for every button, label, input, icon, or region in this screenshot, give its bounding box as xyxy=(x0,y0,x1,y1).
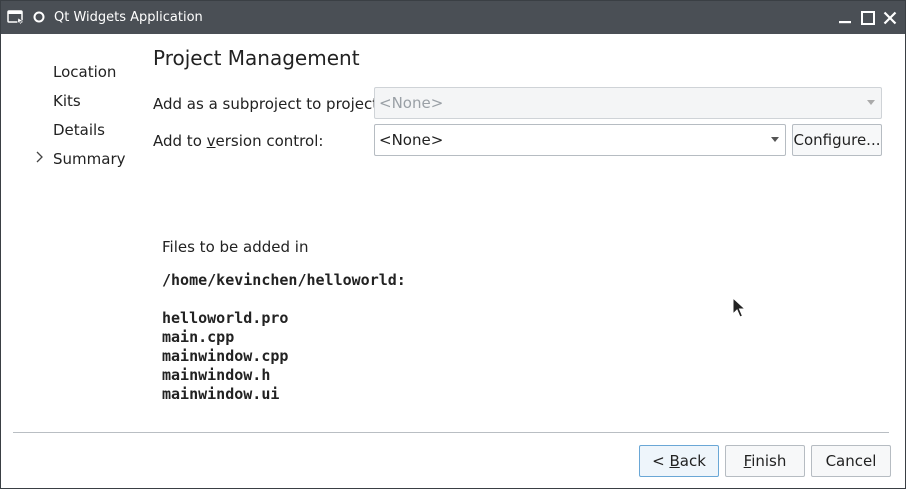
title-bar: Qt Widgets Application xyxy=(1,1,905,34)
file-item: helloworld.pro xyxy=(162,309,289,327)
wizard-window: Qt Widgets Application Location Kits Det… xyxy=(0,0,906,489)
back-button[interactable]: < Back xyxy=(639,445,719,477)
footer-separator xyxy=(13,432,889,433)
dropdown-arrow-icon xyxy=(771,137,779,142)
close-icon[interactable] xyxy=(881,9,899,27)
subproject-value: <None> xyxy=(379,94,444,112)
sidebar-item-kits: Kits xyxy=(53,92,81,110)
maximize-icon[interactable] xyxy=(859,9,877,27)
page-title: Project Management xyxy=(153,46,360,70)
back-button-label: < Back xyxy=(652,452,706,470)
sidebar-item-summary: Summary xyxy=(53,150,126,168)
files-directory: /home/kevinchen/helloworld: xyxy=(162,271,406,289)
sidebar-item-location: Location xyxy=(53,63,117,81)
vcs-label: Add to version control: xyxy=(153,132,324,150)
vcs-combo[interactable]: <None> xyxy=(374,124,786,156)
mouse-cursor-icon xyxy=(732,297,746,318)
configure-button-label: Configure... xyxy=(793,131,881,149)
file-item: mainwindow.ui xyxy=(162,385,280,403)
files-intro-text: Files to be added in xyxy=(162,238,309,256)
subproject-combo: <None> xyxy=(374,87,882,119)
cancel-button-label: Cancel xyxy=(825,452,877,470)
dropdown-arrow-icon xyxy=(867,100,875,105)
vcs-value: <None> xyxy=(379,131,444,149)
file-item: mainwindow.cpp xyxy=(162,347,289,365)
subproject-label: Add as a subproject to project: xyxy=(153,95,384,113)
finish-button[interactable]: Finish xyxy=(725,445,805,477)
finish-button-label: Finish xyxy=(743,452,787,470)
sidebar-item-details: Details xyxy=(53,121,106,139)
file-item: mainwindow.h xyxy=(162,366,271,384)
pin-icon[interactable] xyxy=(30,9,48,25)
chevron-right-icon xyxy=(36,151,43,163)
configure-button[interactable]: Configure... xyxy=(792,124,882,156)
app-menu-icon[interactable] xyxy=(7,9,25,25)
cancel-button[interactable]: Cancel xyxy=(811,445,891,477)
file-item: main.cpp xyxy=(162,328,235,346)
window-title: Qt Widgets Application xyxy=(54,10,203,25)
minimize-icon[interactable] xyxy=(836,9,854,27)
